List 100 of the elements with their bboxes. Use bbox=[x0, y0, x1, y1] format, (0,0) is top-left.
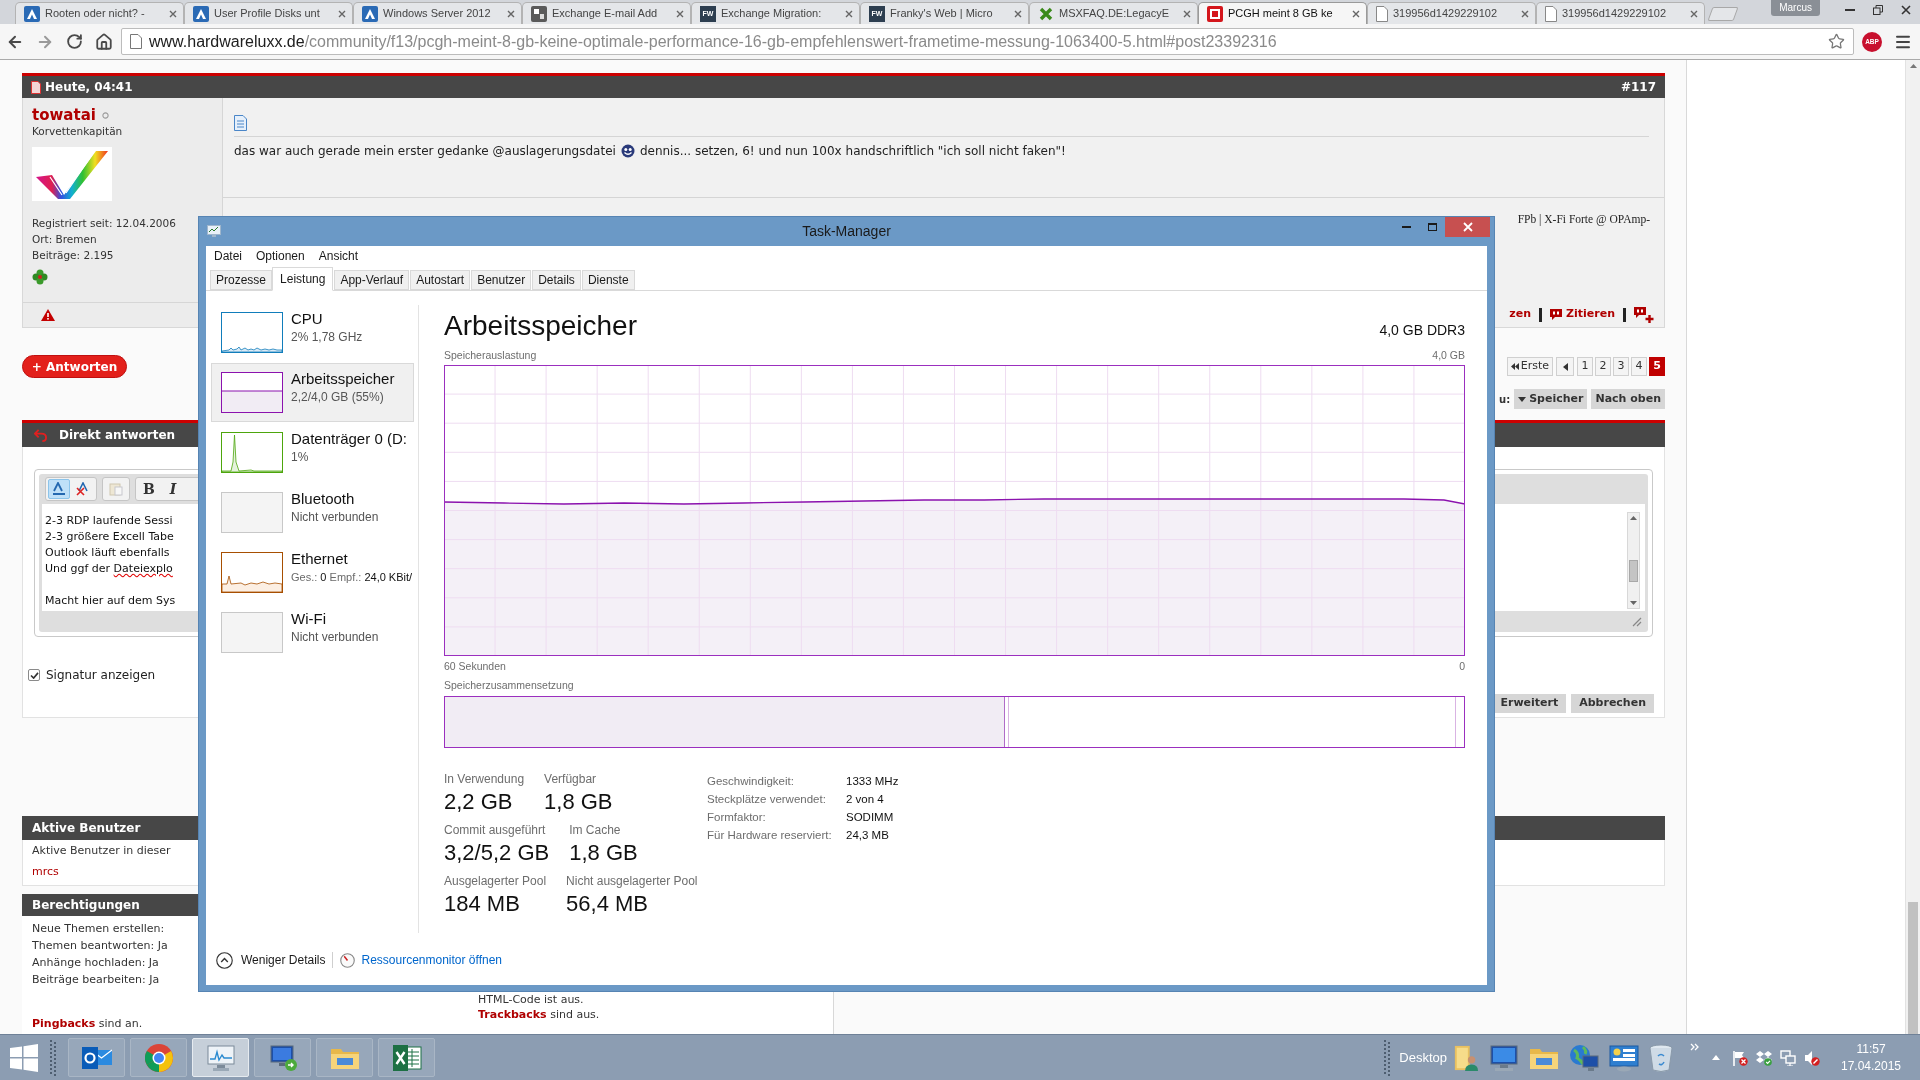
permission-text: Neue Themen erstellen: bbox=[32, 921, 165, 937]
close-icon[interactable] bbox=[169, 9, 177, 18]
form-button[interactable]: Abbrechen bbox=[1571, 694, 1654, 713]
chart-monitor-icon bbox=[205, 1043, 236, 1072]
permission-text: Anhänge hochladen: Ja bbox=[32, 955, 159, 971]
resource-item[interactable]: Ethernet Ges.: 0 Empf.: 24,0 KBit/ bbox=[211, 543, 414, 602]
close-icon[interactable] bbox=[507, 9, 515, 18]
browser-tab[interactable]: 319956d1429229102 bbox=[1536, 2, 1705, 24]
previous-page-button[interactable] bbox=[1556, 357, 1574, 376]
resize-grip-icon[interactable] bbox=[1632, 616, 1642, 627]
close-icon[interactable] bbox=[338, 9, 346, 18]
toolbar-shortcut[interactable] bbox=[1489, 1043, 1519, 1072]
resource-monitor-link[interactable]: Ressourcenmonitor öffnen bbox=[340, 951, 502, 969]
taskbar-app-button[interactable] bbox=[130, 1038, 187, 1077]
close-icon[interactable] bbox=[1014, 9, 1022, 18]
close-icon[interactable] bbox=[1690, 9, 1698, 18]
close-icon[interactable] bbox=[676, 9, 684, 18]
tab[interactable]: Leistung bbox=[272, 267, 334, 291]
scroll-thumb[interactable] bbox=[1629, 560, 1638, 582]
resource-item[interactable]: Bluetooth Nicht verbunden bbox=[211, 483, 414, 542]
four-pane-logo-icon bbox=[10, 1043, 38, 1072]
post-action-link[interactable]: zen bbox=[1509, 306, 1532, 323]
speech-bubble-plus-icon[interactable] bbox=[1634, 306, 1654, 323]
user-link[interactable]: mrcs bbox=[32, 863, 59, 881]
tab[interactable]: Benutzer bbox=[471, 270, 532, 290]
signature-text: FPb | X-Fi Forte @ OPAmp- bbox=[1517, 212, 1650, 228]
double-chevron-icon[interactable] bbox=[1690, 1043, 1700, 1051]
page-icon bbox=[1545, 5, 1557, 22]
browser-tab[interactable]: 319956d1429229102 bbox=[1367, 2, 1536, 24]
reply-button[interactable]: + Antworten bbox=[22, 355, 127, 378]
browser-tab[interactable]: Rooten oder nicht? - bbox=[15, 2, 184, 24]
address-field[interactable]: www.hardwareluxx.de/community/f13/pcgh-meint-8-gb-keine-optimale-performance-16-gb-empfehlenswert-frametime-messung-1063400-5.html#post23392316 bbox=[121, 28, 1854, 55]
toolbar-shortcut[interactable] bbox=[1569, 1043, 1599, 1072]
bold-button[interactable]: B bbox=[138, 479, 160, 499]
menu-item[interactable]: Optionen bbox=[256, 247, 305, 265]
tab[interactable]: Autostart bbox=[410, 270, 471, 290]
arrow-down-icon[interactable] bbox=[1630, 601, 1637, 605]
caret-up-icon[interactable] bbox=[1712, 1055, 1720, 1060]
empty-graph-icon bbox=[221, 612, 283, 653]
page-button[interactable]: 3 bbox=[1613, 357, 1629, 376]
resource-item[interactable]: Datenträger 0 (D: 1% bbox=[211, 423, 414, 482]
flag-icon[interactable] bbox=[1732, 1049, 1748, 1066]
remote-monitor-icon bbox=[267, 1043, 298, 1072]
page-button[interactable]: 1 bbox=[1577, 357, 1593, 376]
tab[interactable]: App-Verlauf bbox=[334, 270, 410, 290]
speaker-muted-icon[interactable] bbox=[1804, 1049, 1820, 1066]
close-icon[interactable] bbox=[1183, 9, 1191, 18]
page-button[interactable]: 4 bbox=[1631, 357, 1647, 376]
chart-monitor-icon bbox=[207, 225, 221, 237]
warning-icon[interactable] bbox=[41, 309, 55, 321]
post-number[interactable]: #117 bbox=[1620, 78, 1656, 96]
close-icon[interactable] bbox=[845, 9, 853, 18]
signature-checkbox[interactable] bbox=[28, 669, 40, 681]
tab[interactable]: Prozesse bbox=[210, 270, 273, 290]
bookmark-star-icon[interactable] bbox=[1828, 33, 1845, 50]
stat-value: 3,2/5,2 GB bbox=[444, 840, 550, 866]
taskbar-app-button[interactable] bbox=[378, 1038, 435, 1077]
resource-item[interactable]: CPU 2% 1,78 GHz bbox=[211, 303, 414, 362]
resource-item[interactable]: Wi-Fi Nicht verbunden bbox=[211, 603, 414, 662]
resource-item[interactable]: Arbeitsspeicher 2,2/4,0 GB (55%) bbox=[211, 363, 414, 422]
first-page-button[interactable]: Erste bbox=[1506, 357, 1553, 376]
close-icon[interactable] bbox=[1352, 9, 1360, 18]
format-button[interactable] bbox=[48, 479, 70, 499]
browser-tab[interactable]: Windows Server 2012 bbox=[353, 2, 522, 24]
menu-item[interactable]: Datei bbox=[214, 247, 242, 265]
dropdown-button[interactable]: Speicher bbox=[1514, 389, 1588, 409]
fewer-details-button[interactable]: Weniger Details bbox=[216, 951, 326, 969]
network-icon[interactable] bbox=[1780, 1049, 1796, 1066]
scroll-thumb[interactable] bbox=[1908, 902, 1918, 1034]
page-button[interactable]: 2 bbox=[1595, 357, 1611, 376]
taskbar-app-button[interactable] bbox=[316, 1038, 373, 1077]
home-icon[interactable] bbox=[95, 32, 113, 51]
username[interactable]: towatai bbox=[32, 106, 96, 124]
minimize-icon bbox=[1401, 226, 1411, 228]
taskbar-app-button[interactable] bbox=[254, 1038, 311, 1077]
menu-item[interactable]: Ansicht bbox=[318, 247, 359, 265]
taskbar-app-button[interactable] bbox=[68, 1038, 125, 1077]
arrow-up-icon[interactable] bbox=[1909, 64, 1917, 68]
tab[interactable]: Details bbox=[532, 270, 581, 290]
active-users-text: Aktive Benutzer in dieser bbox=[32, 843, 171, 859]
recycle-bin-icon bbox=[1649, 1043, 1673, 1072]
toolbar-shortcut[interactable] bbox=[1609, 1043, 1639, 1072]
memory-type: 4,0 GB DDR3 bbox=[1379, 321, 1465, 340]
reload-icon[interactable] bbox=[66, 33, 83, 50]
quote-link[interactable]: Zitieren bbox=[1550, 306, 1615, 323]
page-button[interactable]: 5 bbox=[1649, 357, 1665, 376]
diamond-box-icon[interactable] bbox=[1756, 1049, 1772, 1066]
browser-tab[interactable]: Exchange E-mail Add bbox=[522, 2, 691, 24]
browser-tab[interactable]: MSXFAQ.DE:LegacyE bbox=[1029, 2, 1198, 24]
jump-label: u: bbox=[1499, 392, 1511, 407]
tab[interactable]: Dienste bbox=[581, 270, 635, 290]
italic-button[interactable]: I bbox=[162, 479, 184, 499]
scroll-top-button[interactable]: Nach oben bbox=[1591, 389, 1665, 409]
browser-tab[interactable]: User Profile Disks unt bbox=[184, 2, 353, 24]
toolbar-shortcut[interactable] bbox=[1453, 1043, 1479, 1072]
browser-tab[interactable]: PCGH meint 8 GB ke bbox=[1198, 2, 1367, 24]
arrow-up-icon[interactable] bbox=[1630, 516, 1637, 520]
form-button[interactable]: Erweitert bbox=[1492, 694, 1567, 713]
close-icon[interactable] bbox=[1521, 9, 1529, 18]
squares-tile-icon bbox=[531, 5, 547, 22]
